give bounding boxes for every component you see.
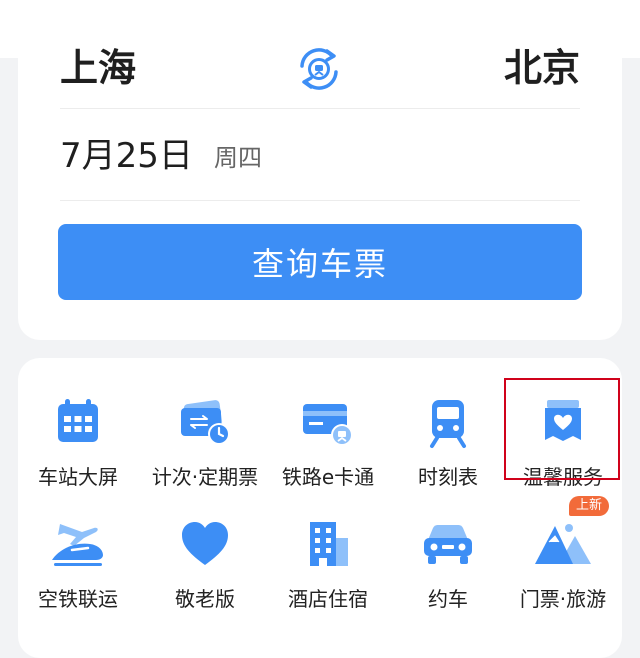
travel-weekday: 周四 — [214, 144, 262, 172]
menu-item-label: 计次·定期票 — [151, 465, 259, 489]
menu-item-air-rail[interactable]: 空铁联运 — [18, 508, 138, 618]
menu-item-railway-ecard[interactable]: 铁路e卡通 — [268, 386, 388, 496]
new-badge: 上新 — [569, 496, 609, 516]
menu-item-station-screen[interactable]: 车站大屏 — [18, 386, 138, 496]
query-tickets-button[interactable]: 查询车票 — [58, 224, 582, 300]
menu-item-tickets-tourism[interactable]: 门票·旅游 — [503, 508, 623, 618]
divider — [60, 200, 580, 201]
menu-item-label: 空铁联运 — [38, 587, 118, 611]
ticket-search-card: 上海 北京 7月25日 周四 查询车票 — [18, 0, 622, 340]
menu-item-label: 约车 — [428, 587, 468, 611]
menu-item-hotel[interactable]: 酒店住宿 — [268, 508, 388, 618]
menu-item-label: 门票·旅游 — [519, 587, 607, 611]
ticket-clock-icon — [181, 400, 230, 445]
service-menu-card: 车站大屏 计次·定期票 铁路e卡通 时刻表 温馨服务 空铁联运 敬老版 酒店住宿… — [18, 358, 622, 658]
divider — [60, 108, 580, 109]
arrival-city[interactable]: 北京 — [504, 44, 580, 92]
menu-item-label: 时刻表 — [418, 465, 478, 489]
railway-card-icon — [303, 404, 353, 446]
menu-item-elder-mode[interactable]: 敬老版 — [145, 508, 265, 618]
mountain-icon — [535, 524, 591, 564]
hotel-building-icon — [310, 522, 348, 566]
menu-item-label: 敬老版 — [175, 587, 235, 611]
highlight-frame — [504, 378, 620, 480]
departure-city[interactable]: 上海 — [60, 44, 136, 92]
menu-item-label: 车站大屏 — [38, 465, 118, 489]
train-icon — [430, 400, 466, 448]
menu-item-label: 铁路e卡通 — [281, 465, 375, 489]
plane-train-icon — [52, 524, 103, 566]
swap-stations-icon[interactable] — [294, 44, 344, 94]
menu-item-periodic-ticket[interactable]: 计次·定期票 — [145, 386, 265, 496]
menu-item-car-hailing[interactable]: 约车 — [388, 508, 508, 618]
calendar-icon — [58, 399, 98, 442]
car-icon — [424, 525, 472, 564]
menu-item-label: 酒店住宿 — [288, 587, 368, 611]
travel-date[interactable]: 7月25日 — [60, 134, 193, 178]
menu-item-timetable[interactable]: 时刻表 — [388, 386, 508, 496]
heart-icon — [182, 522, 228, 565]
